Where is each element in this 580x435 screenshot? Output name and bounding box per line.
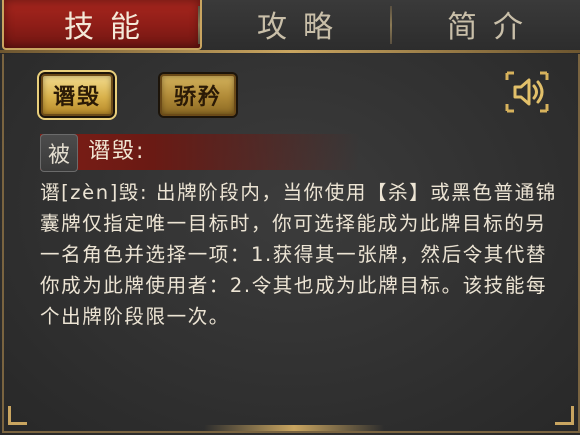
- skill-info-window: 技能 攻略 简介 谮毁 骄矜 被 谮毁: 谮[zèn]毁: 出牌阶段内，当你使用…: [0, 0, 580, 435]
- tab-strategy[interactable]: 攻略: [200, 0, 390, 48]
- tab-underline: [0, 50, 580, 53]
- corner-ornament: [555, 406, 574, 425]
- passive-badge: 被: [40, 134, 78, 172]
- tab-skills[interactable]: 技能: [2, 0, 202, 50]
- tab-intro[interactable]: 简介: [392, 0, 578, 48]
- skill-name: 谮毁:: [88, 139, 146, 164]
- speaker-icon[interactable]: [504, 70, 550, 114]
- bottom-ornament: [204, 425, 384, 431]
- tab-bar: 技能 攻略 简介: [0, 0, 580, 52]
- skill-button-jiaojin[interactable]: 骄矜: [160, 74, 236, 116]
- corner-ornament: [8, 406, 27, 425]
- skill-description: 谮[zèn]毁: 出牌阶段内，当你使用【杀】或黑色普通锦囊牌仅指定唯一目标时，你…: [40, 181, 557, 328]
- skill-button-zenhui[interactable]: 谮毁: [37, 70, 117, 120]
